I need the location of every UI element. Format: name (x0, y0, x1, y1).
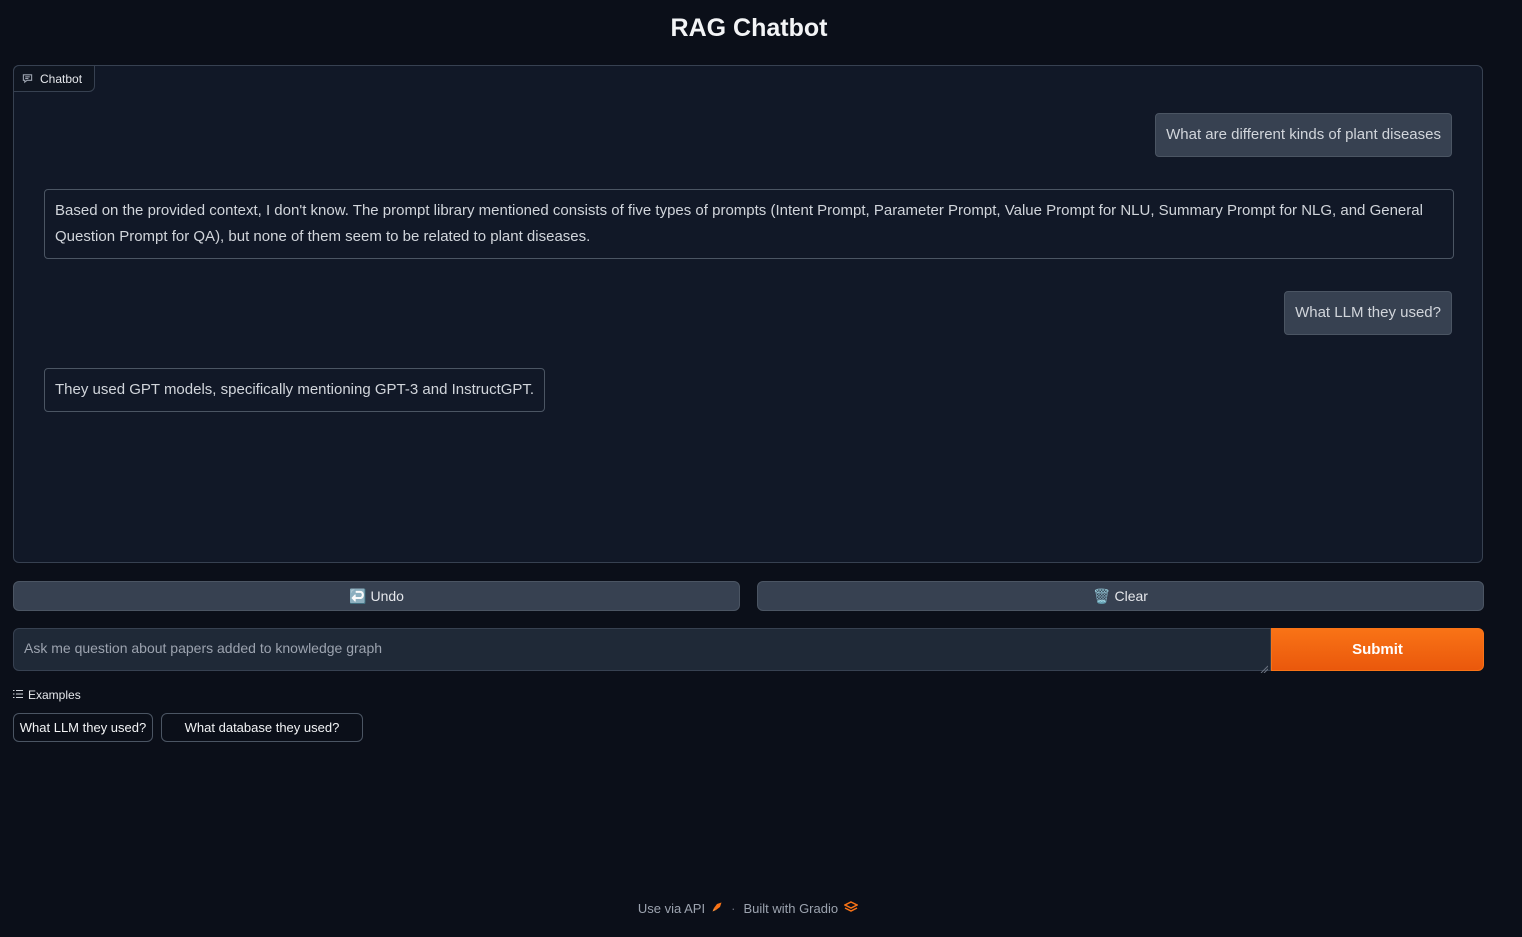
undo-label: Undo (370, 588, 404, 604)
page-title: RAG Chatbot (670, 14, 828, 42)
chatbot-label: Chatbot (13, 65, 96, 92)
example-button[interactable]: What database they used? (161, 713, 363, 742)
submit-button[interactable]: Submit (1271, 628, 1484, 671)
clear-label: Clear (1114, 588, 1148, 604)
undo-button[interactable]: ↩️ Undo (13, 581, 740, 611)
chat-bubble-icon (22, 73, 33, 84)
example-button[interactable]: What LLM they used? (13, 713, 153, 742)
chatbot-panel: Chatbot What are different kinds of plan… (13, 65, 1483, 563)
list-icon (13, 688, 24, 702)
question-input[interactable] (14, 629, 1270, 670)
user-message: What are different kinds of plant diseas… (1155, 113, 1452, 157)
built-with-gradio-link[interactable]: Built with Gradio (743, 901, 859, 916)
bot-message: Based on the provided context, I don't k… (44, 189, 1454, 259)
resize-grip-icon[interactable] (1260, 660, 1269, 674)
footer-separator: · (731, 901, 736, 916)
chatbot-label-text: Chatbot (40, 71, 83, 86)
built-with-gradio-label: Built with Gradio (743, 901, 839, 916)
footer: Use via API · Built with Gradio (0, 901, 1496, 916)
undo-icon: ↩️ (349, 587, 367, 604)
examples-header: Examples (13, 688, 81, 702)
question-input-wrapper (13, 628, 1271, 674)
use-via-api-label: Use via API (637, 901, 706, 916)
trash-icon: 🗑️ (1093, 587, 1111, 604)
bot-message: They used GPT models, specifically menti… (44, 368, 546, 412)
rocket-icon (711, 901, 723, 916)
clear-button[interactable]: 🗑️ Clear (757, 581, 1484, 611)
use-via-api-link[interactable]: Use via API (638, 901, 723, 916)
gradio-logo-icon (843, 901, 859, 916)
user-message: What LLM they used? (1284, 291, 1452, 335)
examples-label: Examples (28, 688, 81, 702)
